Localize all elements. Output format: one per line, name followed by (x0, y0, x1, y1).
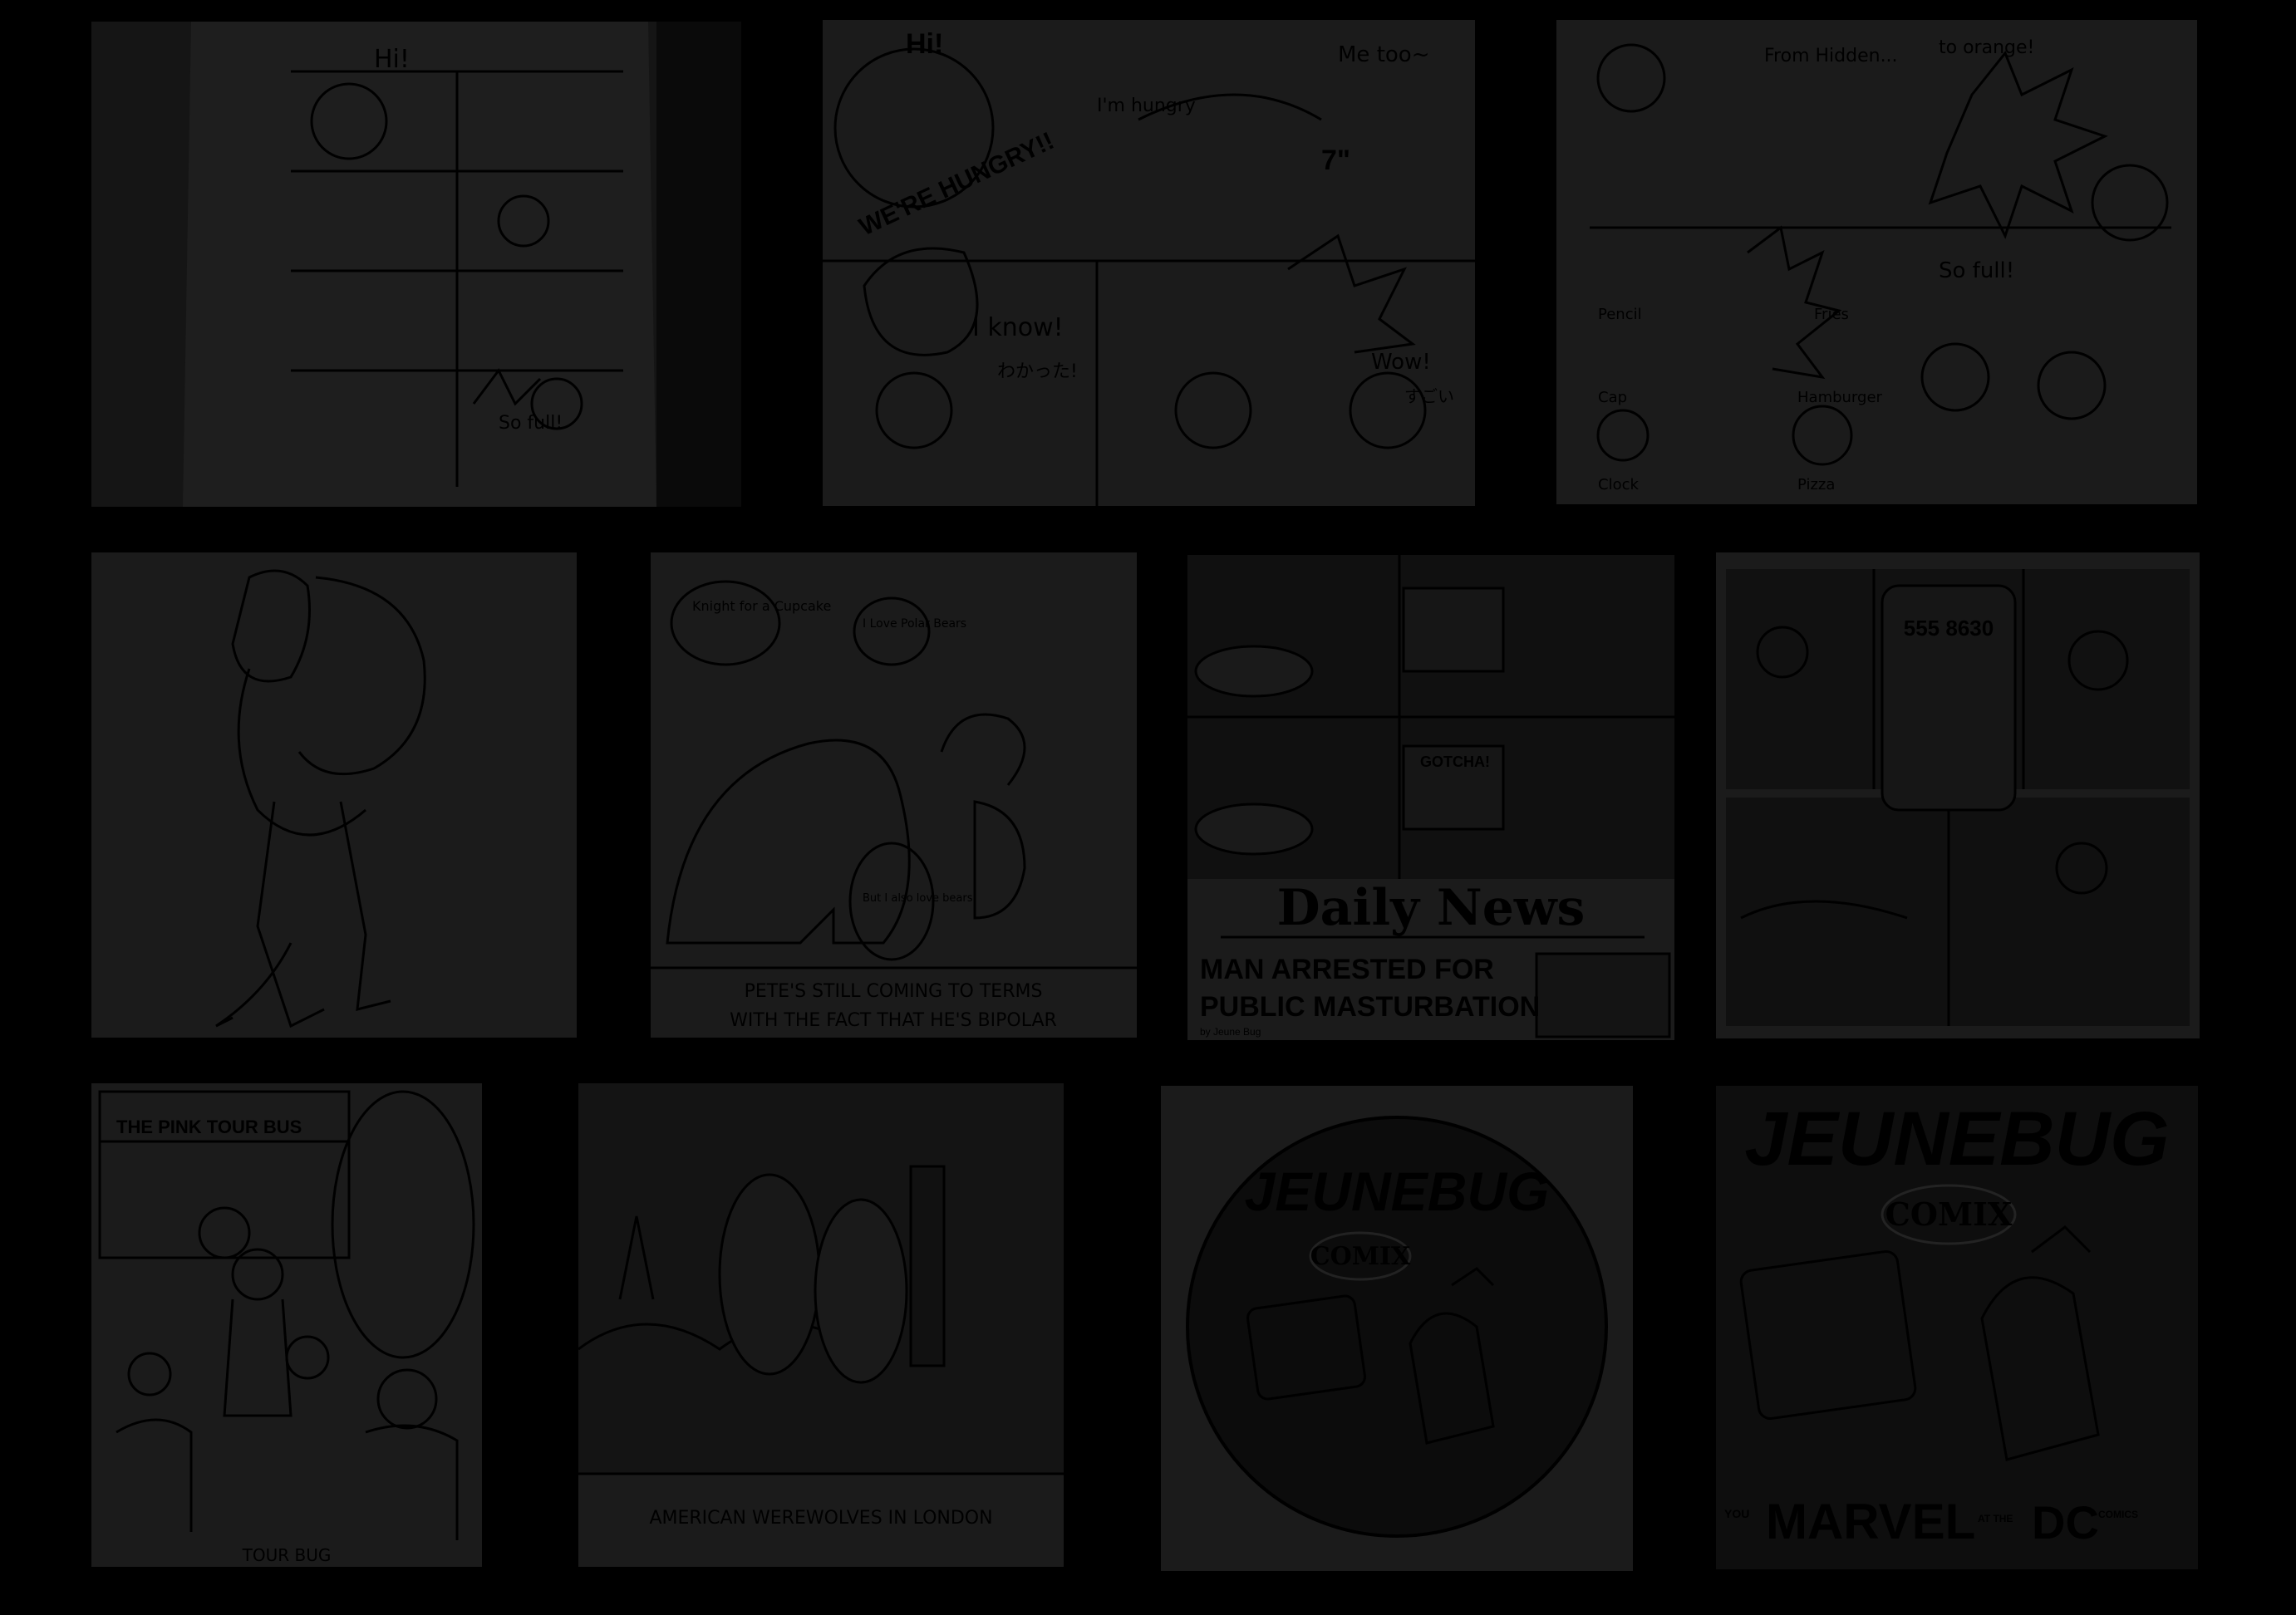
logo-subtitle: COMIX (1310, 1242, 1411, 1271)
gallery-tile-daily-news-comic[interactable]: GOTCHA! Daily News MAN ARRESTED FOR PUBL… (1187, 555, 1674, 1040)
poster-text: DC (2032, 1496, 2099, 1549)
tile-text: I Love Polar Bears (863, 617, 966, 631)
gallery-tile-doraemon-transform[interactable]: From Hidden... to orange! So full! Penci… (1556, 20, 2197, 504)
gallery-tile-jeunebug-circle-logo[interactable]: JEUNEBUG COMIX (1161, 1086, 1633, 1571)
headline: MAN ARRESTED FOR (1200, 954, 1494, 985)
poster-text: YOU (1724, 1507, 1749, 1520)
tile-text: PETE'S STILL COMING TO TERMS (745, 981, 1043, 1002)
newspaper-title: Daily News (1277, 879, 1586, 937)
gallery-tile-doraemon-hungry[interactable]: Hi! WE'RE HUNGRY!! I'm hungry Me too~ 7"… (823, 20, 1475, 506)
gallery-tile-werewolves-comic[interactable]: AMERICAN WEREWOLVES IN LONDON (578, 1083, 1064, 1567)
tile-text: I know! (972, 313, 1064, 342)
gallery-tile-polar-bear-comic[interactable]: Knight for a Cupcake I Love Polar Bears … (651, 552, 1137, 1038)
gallery-tile-tour-bus-comic[interactable]: THE PINK TOUR BUS TOUR BUG (91, 1083, 482, 1567)
tile-text: to orange! (1939, 37, 2034, 58)
gallery-tile-phone-photo-comic[interactable]: 555 8630 (1716, 552, 2200, 1038)
tile-text: Wow! (1371, 350, 1431, 375)
tile-text: WITH THE FACT THAT HE'S BIPOLAR (730, 1010, 1057, 1031)
tile-text: Pencil (1598, 306, 1642, 323)
poster-title: JEUNEBUG (1744, 1097, 2169, 1181)
tile-text: So full! (499, 413, 563, 434)
tile-text: THE PINK TOUR BUS (116, 1117, 302, 1137)
tile-text: 7" (1321, 145, 1350, 176)
poster-text: MARVEL (1766, 1494, 1975, 1549)
tile-text: Me too~ (1338, 42, 1430, 67)
tile-text: Clock (1598, 476, 1639, 493)
tile-text: I'm hungry (1097, 96, 1196, 116)
tile-text: TOUR BUG (242, 1545, 332, 1565)
logo-title: JEUNEBUG (1245, 1161, 1550, 1222)
tile-text: すごい (1404, 386, 1454, 406)
tile-text: AMERICAN WEREWOLVES IN LONDON (649, 1508, 992, 1529)
phone-number: 555 8630 (1904, 616, 1994, 641)
tile-text: Fries (1814, 306, 1849, 323)
tile-text: Knight for a Cupcake (692, 598, 831, 614)
tile-text: So full! (1939, 258, 2014, 283)
tile-text: わかった! (997, 361, 1078, 382)
tile-text: Hi! (906, 28, 943, 60)
tile-text: GOTCHA! (1420, 754, 1490, 770)
headline: PUBLIC MASTURBATION (1200, 991, 1540, 1023)
poster-text: AT THE (1978, 1513, 2013, 1524)
tile-text: Hamburger (1797, 389, 1883, 406)
poster-text: COMICS (2098, 1509, 2138, 1520)
tile-text: WE'RE HUNGRY!! (855, 127, 1058, 241)
gallery-tile-doraemon-photo[interactable]: Hi! So full! (91, 22, 741, 507)
tile-text: But I also love bears (863, 892, 973, 905)
tile-text: Cap (1598, 389, 1627, 406)
byline: by Jeune Bug (1200, 1026, 1261, 1038)
tile-text: From Hidden... (1764, 46, 1898, 66)
gallery-tile-jeunebug-poster[interactable]: JEUNEBUG COMIX YOU MARVEL AT THE DC COMI… (1716, 1086, 2198, 1569)
poster-subtitle: COMIX (1885, 1195, 2013, 1233)
gallery-tile-monster-drawing[interactable] (91, 552, 577, 1038)
tile-text: Pizza (1797, 476, 1835, 493)
tile-text: Hi! (374, 45, 410, 74)
